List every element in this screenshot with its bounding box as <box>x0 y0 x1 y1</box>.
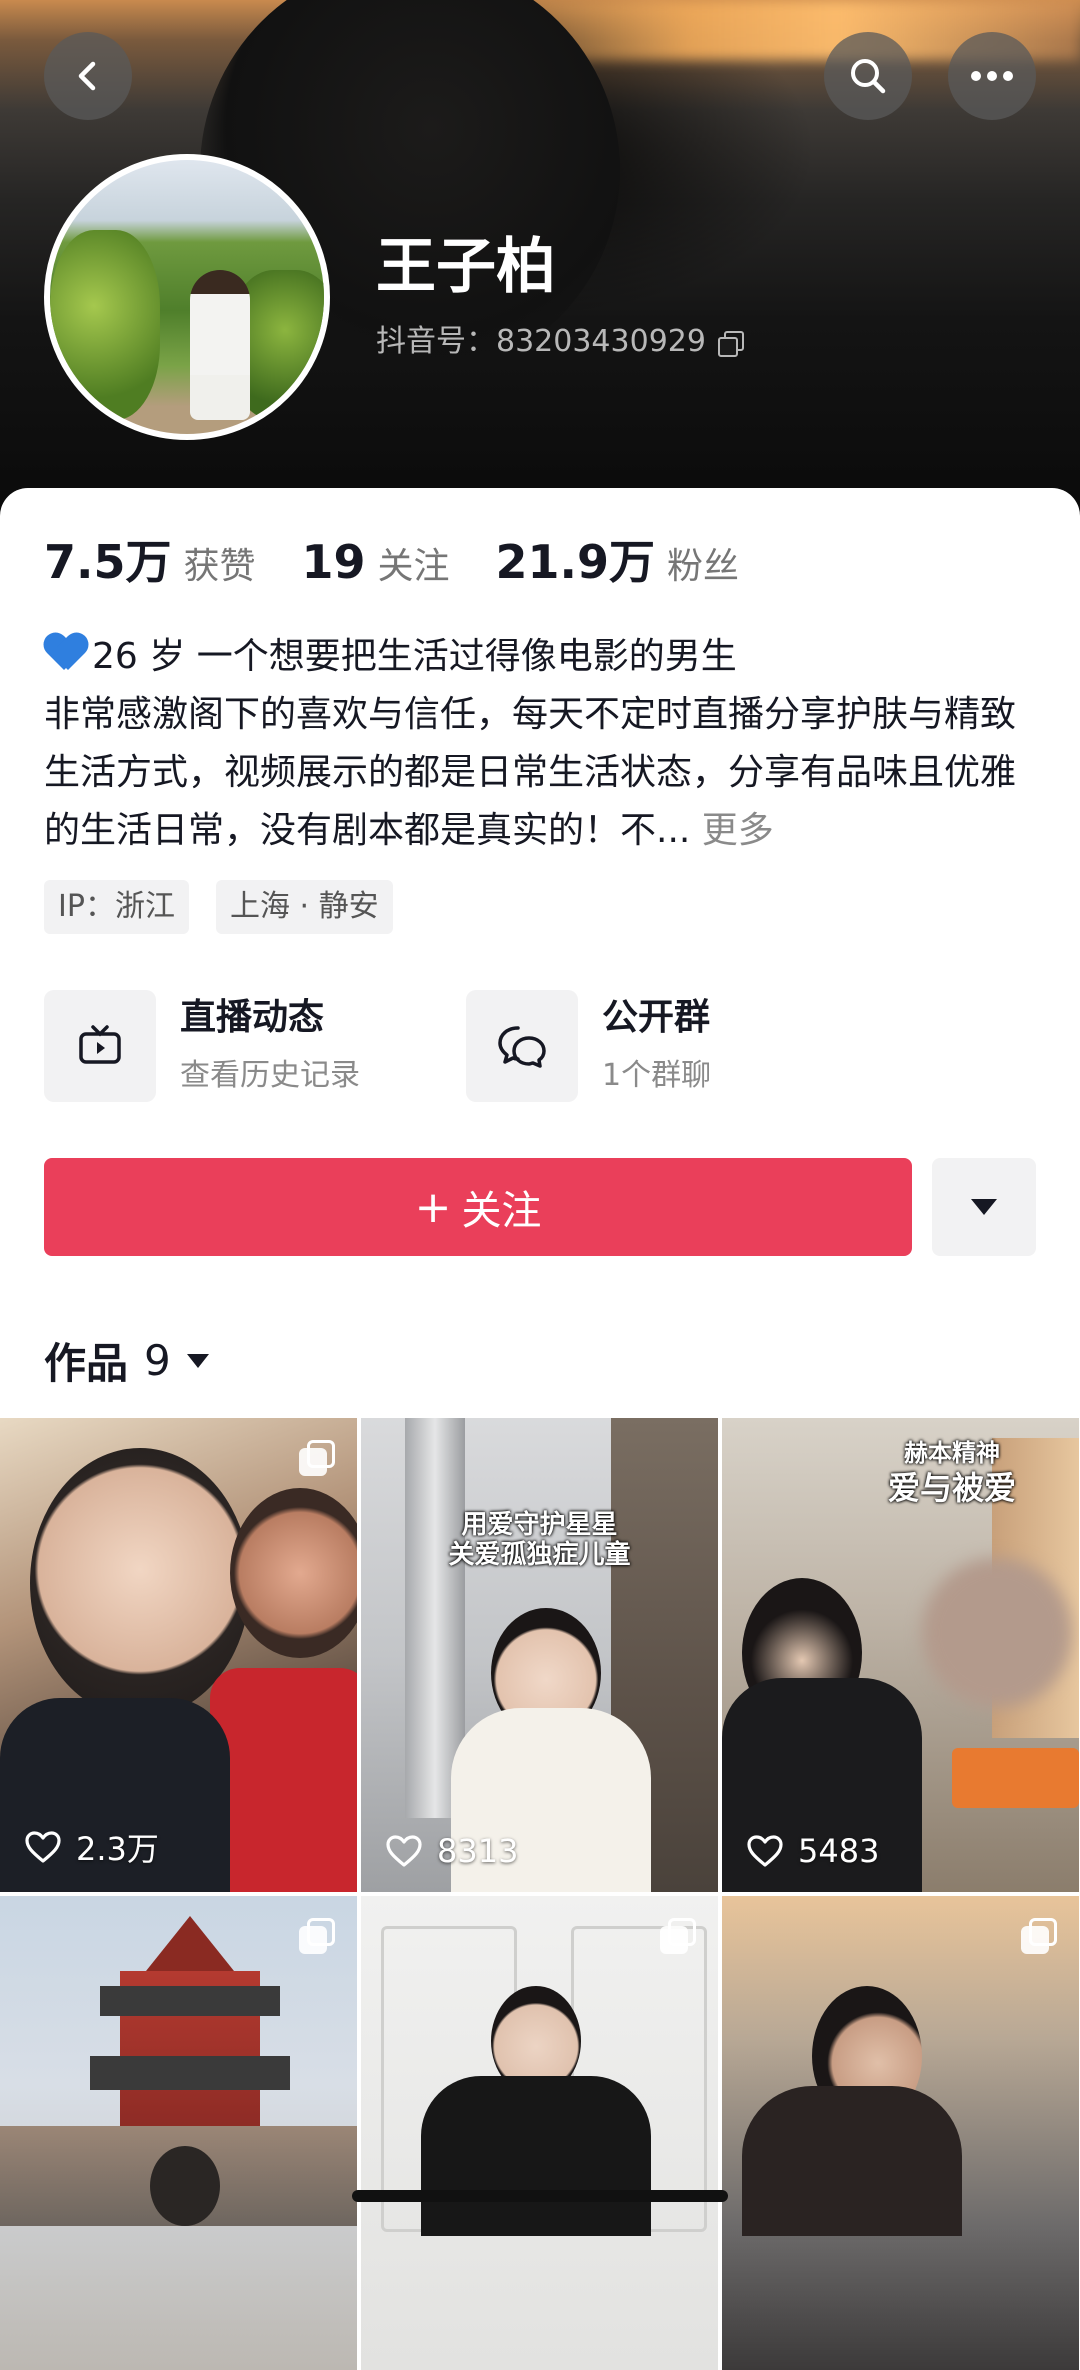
follow-button[interactable]: + 关注 <box>44 1158 912 1256</box>
multi-image-icon <box>299 1440 335 1476</box>
follow-dropdown-button[interactable] <box>932 1158 1036 1256</box>
search-button[interactable] <box>824 32 912 120</box>
follow-label: 关注 <box>461 1188 542 1234</box>
overlay-line: 爱与被爱 <box>887 1469 1016 1507</box>
overlay-line: 关爱孤独症儿童 <box>448 1540 631 1570</box>
video-tile[interactable] <box>722 1896 1079 2370</box>
blue-heart-icon <box>44 630 88 674</box>
bio-text-2: 非常感激阁下的喜欢与信任，每天不定时直播分享护肤与精致生活方式，视频展示的都是日… <box>44 694 1017 851</box>
entry-subtitle: 1个群聊 <box>602 1058 712 1093</box>
video-likes: 8313 <box>385 1832 518 1870</box>
multi-image-icon <box>1021 1918 1057 1954</box>
more-dots-icon <box>971 71 1013 81</box>
bio-line-2: 非常感激阁下的喜欢与信任，每天不定时直播分享护肤与精致生活方式，视频展示的都是日… <box>44 686 1044 860</box>
group-entry-icon-box <box>466 990 578 1102</box>
video-overlay-text: 用爱守护星星 关爱孤独症儿童 <box>361 1510 718 1570</box>
stat-value: 19 <box>301 535 366 589</box>
likes-count: 8313 <box>437 1832 519 1870</box>
video-likes: 2.3万 <box>24 1824 159 1870</box>
stat-label: 获赞 <box>183 546 256 587</box>
stat-likes[interactable]: 7.5万 获赞 <box>44 526 256 592</box>
location-tag[interactable]: 上海 · 静安 <box>216 880 393 934</box>
video-tile[interactable]: 赫本精神 爱与被爱 5483 <box>722 1418 1079 1892</box>
video-tile[interactable] <box>361 1896 718 2370</box>
works-title: 作品 <box>44 1339 129 1388</box>
heart-outline-icon <box>25 1831 61 1863</box>
video-overlay-text: 赫本精神 爱与被爱 <box>832 1438 1072 1508</box>
douyin-id: 抖音号：83203430929 <box>376 324 706 359</box>
search-icon <box>851 59 886 94</box>
bio[interactable]: 26 岁 一个想要把生活过得像电影的男生 非常感激阁下的喜欢与信任，每天不定时直… <box>44 628 1044 860</box>
video-tile[interactable]: 用爱守护星星 关爱孤独症儿童 8313 <box>361 1418 718 1892</box>
live-entry-icon-box <box>44 990 156 1102</box>
caret-down-icon <box>186 1353 209 1368</box>
public-group-entry[interactable]: 公开群 1个群聊 <box>466 990 711 1102</box>
stat-label: 关注 <box>377 546 450 587</box>
multi-image-icon <box>299 1918 335 1954</box>
douyin-id-row[interactable]: 抖音号：83203430929 <box>376 322 744 362</box>
entry-title: 公开群 <box>602 997 711 1038</box>
copy-icon[interactable] <box>717 331 744 357</box>
heart-outline-icon <box>386 1835 422 1867</box>
video-tile[interactable]: 2.3万 <box>0 1418 357 1892</box>
bio-text-1: 26 岁 一个想要把生活过得像电影的男生 <box>92 636 737 677</box>
stat-label: 粉丝 <box>667 546 740 587</box>
plus-icon: + <box>414 1181 452 1233</box>
chat-bubbles-icon <box>498 1026 546 1068</box>
chevron-left-icon <box>78 61 96 91</box>
likes-count: 2.3万 <box>76 1830 159 1868</box>
heart-outline-icon <box>747 1835 783 1867</box>
works-count: 9 <box>144 1336 171 1385</box>
video-likes: 5483 <box>746 1832 879 1870</box>
back-button[interactable] <box>44 32 132 120</box>
works-tab[interactable]: 作品 9 <box>44 1330 209 1391</box>
overlay-line: 赫本精神 <box>904 1439 1000 1467</box>
more-button[interactable] <box>948 32 1036 120</box>
stat-followers[interactable]: 21.9万 粉丝 <box>496 526 740 592</box>
multi-image-icon <box>660 1918 696 1954</box>
caret-down-icon <box>971 1199 997 1215</box>
ip-tag: IP：浙江 <box>44 880 189 934</box>
entry-subtitle: 查看历史记录 <box>180 1058 360 1093</box>
tv-icon <box>79 1025 121 1064</box>
video-tile[interactable] <box>0 1896 357 2370</box>
likes-count: 5483 <box>798 1832 880 1870</box>
stat-following[interactable]: 19 关注 <box>302 535 450 589</box>
stat-value: 21.9万 <box>495 535 656 589</box>
live-history-entry[interactable]: 直播动态 查看历史记录 <box>44 990 360 1102</box>
profile-name: 王子柏 <box>376 232 556 302</box>
stats-row: 7.5万 获赞 19 关注 21.9万 粉丝 <box>44 526 739 592</box>
bio-more-link[interactable]: 更多 <box>702 810 774 851</box>
stat-value: 7.5万 <box>44 535 172 589</box>
avatar[interactable] <box>44 154 330 440</box>
bio-line-1: 26 岁 一个想要把生活过得像电影的男生 <box>44 628 1044 686</box>
entry-title: 直播动态 <box>180 997 325 1038</box>
overlay-line: 用爱守护星星 <box>461 1510 618 1540</box>
home-indicator <box>352 2190 728 2202</box>
